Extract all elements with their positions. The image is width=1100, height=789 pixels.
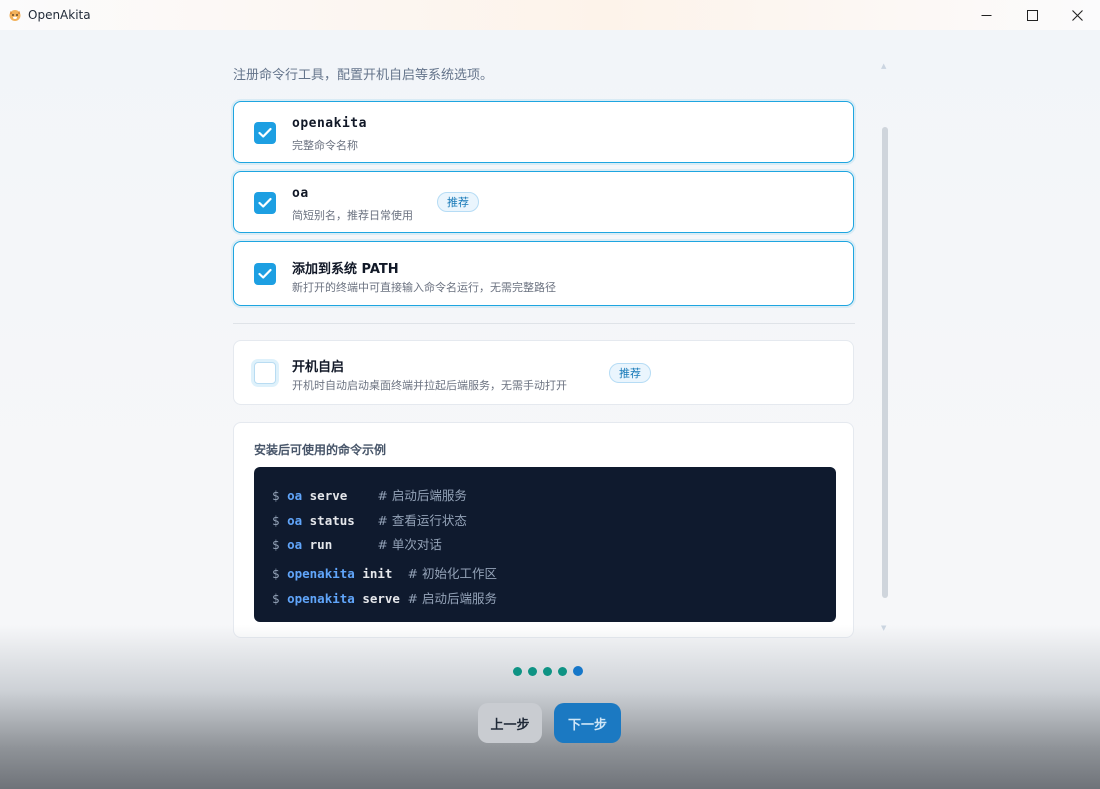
comment: # 启动后端服务 <box>407 591 497 606</box>
checkbox-autostart[interactable] <box>254 362 276 384</box>
section-divider <box>233 323 855 324</box>
prompt: $ <box>272 513 280 528</box>
scroll-up-arrow-icon[interactable]: ▲ <box>881 62 886 70</box>
command-arg: run <box>309 537 333 552</box>
title-bar: OpenAkita <box>0 0 1100 30</box>
check-icon <box>258 268 272 279</box>
step-indicator <box>513 666 583 676</box>
checkbox-openakita[interactable] <box>254 122 276 144</box>
comment: # 初始化工作区 <box>407 566 497 581</box>
option-desc: 开机时自动启动桌面终端并拉起后端服务，无需手动打开 <box>292 379 567 392</box>
option-add-to-path[interactable]: 添加到系统 PATH 新打开的终端中可直接输入命令名运行，无需完整路径 <box>233 241 854 306</box>
comment: # 启动后端服务 <box>377 488 467 503</box>
option-title: 开机自启 <box>292 360 345 375</box>
comment: # 查看运行状态 <box>377 513 467 528</box>
option-title: oa <box>292 186 309 201</box>
option-autostart[interactable]: 开机自启 开机时自动启动桌面终端并拉起后端服务，无需手动打开 推荐 <box>233 340 854 405</box>
footer-overlay <box>0 625 1100 789</box>
command-examples-card: 安装后可使用的命令示例 $ oa serve # 启动后端服务 $ oa sta… <box>233 422 854 638</box>
close-icon <box>1071 9 1083 21</box>
option-desc: 完整命令名称 <box>292 139 358 152</box>
code-line: $ openakita serve # 启动后端服务 <box>272 588 497 607</box>
minimize-button[interactable] <box>963 0 1009 30</box>
prompt: $ <box>272 566 280 581</box>
command: oa <box>287 513 303 528</box>
check-icon <box>258 127 272 138</box>
command: oa <box>287 488 303 503</box>
maximize-icon <box>1026 9 1038 21</box>
recommended-badge: 推荐 <box>609 363 651 383</box>
maximize-button[interactable] <box>1009 0 1055 30</box>
step-dot <box>543 666 552 676</box>
page-intro: 注册命令行工具，配置开机自启等系统选项。 <box>233 68 494 83</box>
prompt: $ <box>272 591 280 606</box>
code-line: $ oa status # 查看运行状态 <box>272 510 467 529</box>
step-dot <box>513 666 522 676</box>
code-line: $ oa serve # 启动后端服务 <box>272 485 467 504</box>
comment: # 单次对话 <box>377 537 442 552</box>
command-arg: init <box>362 566 393 581</box>
previous-button[interactable]: 上一步 <box>478 703 542 743</box>
option-title: 添加到系统 PATH <box>292 262 399 277</box>
prompt: $ <box>272 488 280 503</box>
command-arg: serve <box>362 591 400 606</box>
command: openakita <box>287 591 355 606</box>
option-oa[interactable]: oa 简短别名，推荐日常使用 推荐 <box>233 171 854 233</box>
scrollbar-thumb[interactable] <box>882 127 888 598</box>
check-icon <box>258 197 272 208</box>
step-dot <box>558 666 567 676</box>
option-desc: 新打开的终端中可直接输入命令名运行，无需完整路径 <box>292 281 556 294</box>
code-block: $ oa serve # 启动后端服务 $ oa status # 查看运行状态… <box>254 467 836 622</box>
option-title: openakita <box>292 116 367 131</box>
checkbox-oa[interactable] <box>254 192 276 214</box>
examples-title: 安装后可使用的命令示例 <box>254 443 387 457</box>
option-openakita[interactable]: openakita 完整命令名称 <box>233 101 854 163</box>
app-logo-icon <box>9 10 21 21</box>
command: openakita <box>287 566 355 581</box>
step-dot <box>528 666 537 676</box>
command: oa <box>287 537 303 552</box>
checkbox-add-to-path[interactable] <box>254 263 276 285</box>
minimize-icon <box>981 14 991 16</box>
command-arg: serve <box>309 488 348 503</box>
recommended-badge: 推荐 <box>437 192 479 212</box>
option-desc: 简短别名，推荐日常使用 <box>292 209 413 222</box>
next-button[interactable]: 下一步 <box>554 703 621 743</box>
window-title: OpenAkita <box>28 8 91 22</box>
step-dot-active <box>573 666 583 676</box>
code-line: $ oa run # 单次对话 <box>272 534 442 553</box>
close-button[interactable] <box>1054 0 1100 30</box>
command-arg: status <box>309 513 355 528</box>
code-line: $ openakita init # 初始化工作区 <box>272 563 497 582</box>
prompt: $ <box>272 537 280 552</box>
